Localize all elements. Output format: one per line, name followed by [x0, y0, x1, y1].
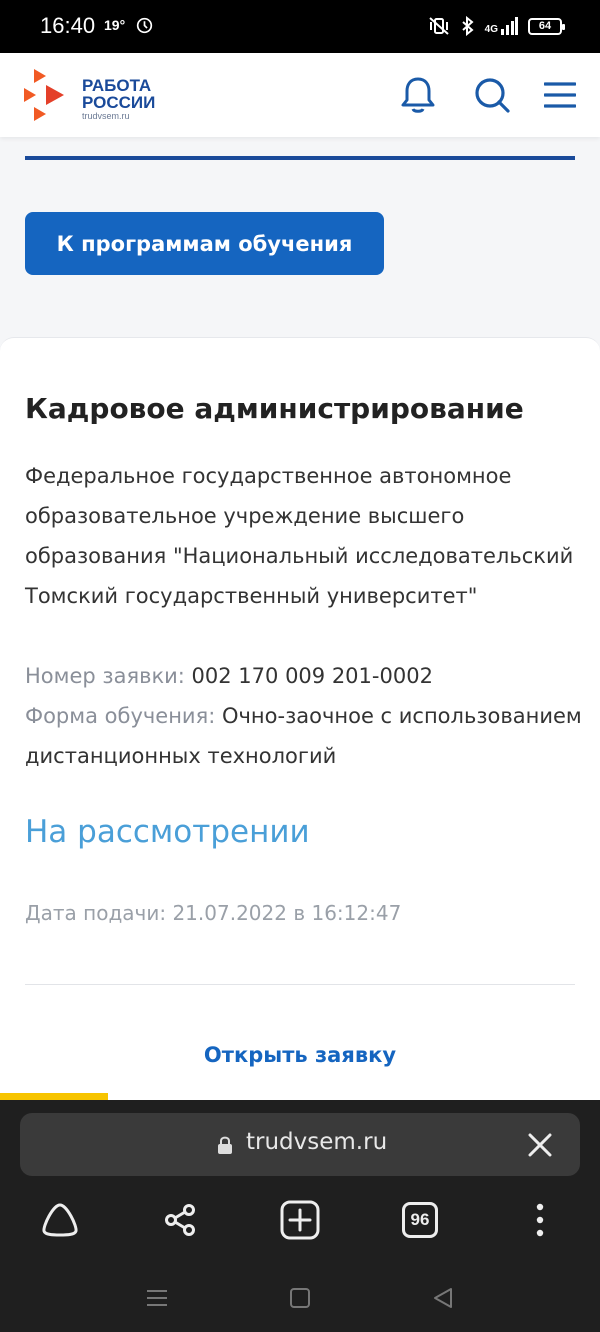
search-button[interactable] [472, 75, 512, 115]
more-vertical-icon [536, 1203, 544, 1237]
alice-assistant-button[interactable] [40, 1200, 80, 1240]
organization-name: Федеральное государственное автономное о… [25, 464, 574, 608]
section-divider-line [25, 156, 575, 160]
site-header: РАБОТА РОССИИ trudvsem.ru [0, 53, 600, 137]
status-right-icons: 4G 64 [427, 14, 565, 38]
bell-icon [401, 77, 435, 113]
share-button[interactable] [160, 1200, 200, 1240]
status-temperature: 19° [104, 17, 126, 33]
study-form-label: Форма обучения: [25, 704, 216, 728]
application-card: Кадровое администрирование Федеральное г… [0, 337, 600, 1100]
open-application-link[interactable]: Открыть заявку [0, 1043, 600, 1067]
logo-line1: РАБОТА [82, 76, 152, 95]
application-number-value: 002 170 009 201-0002 [191, 664, 433, 688]
signal-indicator: 4G [485, 17, 518, 35]
logo-domain: trudvsem.ru [82, 111, 130, 121]
eco-mode-icon [136, 17, 153, 34]
card-divider [25, 984, 575, 985]
page-load-progress [0, 1093, 108, 1100]
battery-level: 64 [538, 20, 552, 32]
logo-text[interactable]: РАБОТА РОССИИ [82, 77, 155, 111]
network-type: 4G [484, 24, 498, 35]
status-bar: 16:40 19° 4G 64 [0, 0, 600, 53]
submit-date: Дата подачи: 21.07.2022 в 16:12:47 [25, 901, 402, 925]
bluetooth-icon [461, 16, 474, 36]
study-form-row: Форма обучения: Очно-заочное с использов… [25, 696, 585, 776]
plus-icon [280, 1200, 320, 1240]
new-tab-button[interactable] [280, 1200, 320, 1240]
address-bar[interactable]: trudvsem.ru [20, 1113, 580, 1176]
rabota-rossii-logo-icon[interactable] [24, 69, 74, 121]
notifications-button[interactable] [398, 75, 438, 115]
status-time: 16:40 [40, 13, 96, 38]
close-icon[interactable] [526, 1131, 554, 1159]
course-title: Кадровое администрирование [25, 392, 524, 425]
url-text[interactable]: trudvsem.ru [246, 1129, 387, 1155]
tab-count: 96 [402, 1202, 438, 1238]
menu-button[interactable] [540, 75, 580, 115]
to-programs-button[interactable]: К программам обучения [25, 212, 384, 275]
recent-apps-icon[interactable] [145, 1286, 169, 1310]
search-icon [475, 78, 510, 113]
tabs-button[interactable]: 96 [400, 1200, 440, 1240]
vibrate-mute-icon [428, 17, 449, 35]
lock-icon [218, 1136, 232, 1154]
share-icon [165, 1204, 195, 1236]
menu-icon [544, 82, 576, 108]
back-icon[interactable] [431, 1286, 455, 1310]
browser-chrome: trudvsem.ru 96 [0, 1100, 600, 1332]
application-status: На рассмотрении [25, 814, 310, 850]
application-number-row: Номер заявки: 002 170 009 201-0002 [25, 656, 585, 696]
home-icon[interactable] [288, 1286, 312, 1310]
logo-line2: РОССИИ [82, 93, 156, 112]
alice-icon [42, 1203, 78, 1237]
battery-indicator: 64 [528, 17, 565, 35]
signal-icon [501, 17, 518, 35]
browser-menu-button[interactable] [520, 1200, 560, 1240]
application-number-label: Номер заявки: [25, 664, 185, 688]
